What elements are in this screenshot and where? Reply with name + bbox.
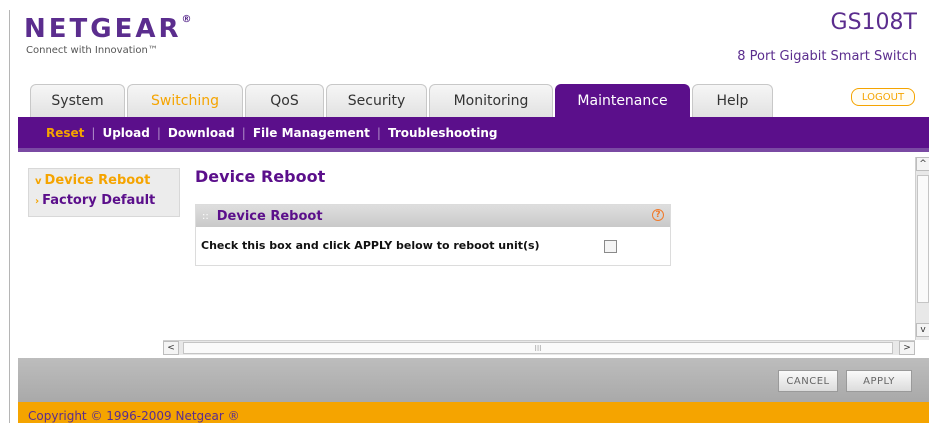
apply-button[interactable]: APPLY xyxy=(846,370,912,392)
subnav-separator: | xyxy=(91,125,96,140)
subnav-troubleshooting[interactable]: Troubleshooting xyxy=(388,126,498,140)
subnav-file-management[interactable]: File Management xyxy=(253,126,370,140)
brand-tagline: Connect with Innovation™ xyxy=(26,45,158,56)
reboot-row: Check this box and click APPLY below to … xyxy=(196,227,670,264)
sub-navigation: Reset | Upload | Download | File Managem… xyxy=(18,117,929,148)
reboot-instruction-label: Check this box and click APPLY below to … xyxy=(201,239,540,252)
subnav-download[interactable]: Download xyxy=(168,126,235,140)
device-reboot-panel: :: Device Reboot ? Check this box and cl… xyxy=(195,204,671,266)
footer-bar: Copyright © 1996-2009 Netgear ® xyxy=(18,402,929,423)
tab-help[interactable]: Help xyxy=(692,84,773,117)
subnav-separator: | xyxy=(241,125,246,140)
sidenav-item-factory-default[interactable]: › Factory Default xyxy=(35,193,155,208)
scroll-up-icon[interactable]: ^ xyxy=(916,157,929,171)
tab-security[interactable]: Security xyxy=(326,84,427,117)
panel-title: Device Reboot xyxy=(216,208,323,224)
cancel-button[interactable]: CANCEL xyxy=(778,370,838,392)
page-title: Device Reboot xyxy=(195,167,326,186)
netgear-logo: NETGEAR® xyxy=(24,14,192,44)
tab-maintenance[interactable]: Maintenance xyxy=(555,84,690,117)
action-bar: CANCEL APPLY xyxy=(18,358,929,402)
subnav-upload[interactable]: Upload xyxy=(102,126,149,140)
scroll-left-icon[interactable]: < xyxy=(163,341,179,355)
vertical-scrollbar[interactable]: ^ v xyxy=(915,157,929,340)
horizontal-scrollbar[interactable]: < III > xyxy=(163,340,915,355)
model-name: GS108T xyxy=(830,10,917,35)
tab-monitoring[interactable]: Monitoring xyxy=(429,84,553,117)
chevron-down-icon: v xyxy=(35,176,42,187)
horizontal-scroll-thumb[interactable]: III xyxy=(183,342,893,354)
grip-icon: :: xyxy=(202,210,209,222)
sidenav-item-device-reboot[interactable]: v Device Reboot xyxy=(35,173,150,188)
panel-header: :: Device Reboot ? xyxy=(196,205,670,227)
side-navigation: v Device Reboot › Factory Default xyxy=(28,168,180,217)
chevron-right-icon: › xyxy=(35,196,40,207)
vertical-scroll-thumb[interactable] xyxy=(917,175,929,303)
sidenav-item-label: Factory Default xyxy=(42,193,156,208)
logout-button[interactable]: LOGOUT xyxy=(851,88,915,106)
content-area: v Device Reboot › Factory Default Device R… xyxy=(18,148,929,362)
sidenav-item-label: Device Reboot xyxy=(44,173,151,188)
model-description: 8 Port Gigabit Smart Switch xyxy=(737,49,917,64)
scroll-down-icon[interactable]: v xyxy=(916,323,929,337)
tab-qos[interactable]: QoS xyxy=(245,84,324,117)
tab-switching[interactable]: Switching xyxy=(127,84,243,117)
help-icon[interactable]: ? xyxy=(652,209,664,221)
scroll-right-icon[interactable]: > xyxy=(899,341,915,355)
subnav-separator: | xyxy=(376,125,381,140)
tab-system[interactable]: System xyxy=(30,84,125,117)
subnav-reset[interactable]: Reset xyxy=(46,126,84,140)
reboot-checkbox[interactable] xyxy=(604,240,617,253)
subnav-separator: | xyxy=(156,125,161,140)
copyright-text: Copyright © 1996-2009 Netgear ® xyxy=(28,409,240,423)
